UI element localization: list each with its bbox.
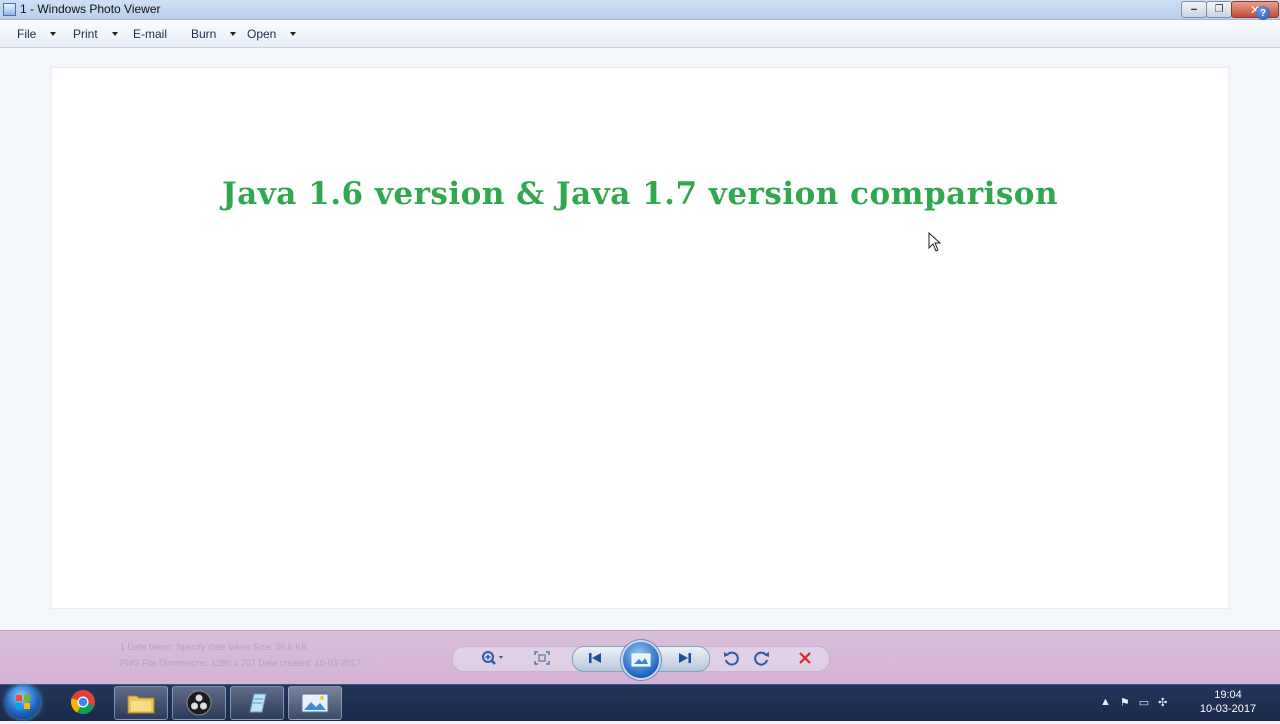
photo-viewer-icon xyxy=(301,693,329,713)
image-info-line-2: PNG File Dimensions: 1280 x 707 Date cre… xyxy=(120,658,361,668)
close-icon: ✕ xyxy=(1249,2,1261,17)
obs-icon xyxy=(186,690,212,716)
email-menu-label: E-mail xyxy=(133,26,168,41)
restore-icon: ❐ xyxy=(1214,4,1224,15)
minimize-button[interactable]: ‒ xyxy=(1181,1,1207,18)
previous-button[interactable] xyxy=(582,646,608,670)
clock-time: 19:04 xyxy=(1214,689,1242,701)
windows-logo-icon xyxy=(16,695,30,709)
window-title: 1 - Windows Photo Viewer xyxy=(20,2,161,16)
burn-menu[interactable]: Burn xyxy=(191,20,237,47)
email-menu[interactable]: E-mail xyxy=(133,20,167,47)
delete-button[interactable] xyxy=(794,646,816,670)
zoom-button[interactable] xyxy=(476,646,510,670)
close-window-button[interactable]: ✕ xyxy=(1231,1,1279,18)
print-menu-label: Print xyxy=(73,26,98,41)
maximize-button[interactable]: ❐ xyxy=(1206,1,1232,18)
play-slideshow-button[interactable] xyxy=(621,640,661,680)
zoom-icon xyxy=(482,651,503,665)
open-menu[interactable]: Open xyxy=(247,20,297,47)
rotate-counterclockwise-button[interactable] xyxy=(720,646,742,670)
taskbar-clock[interactable]: 19:04 10-03-2017 xyxy=(1196,688,1260,716)
rotate-clockwise-button[interactable] xyxy=(751,646,773,670)
taskbar-notepad[interactable] xyxy=(230,686,284,720)
burn-menu-label: Burn xyxy=(191,26,217,41)
file-menu[interactable]: File xyxy=(17,20,57,47)
minimize-icon: ‒ xyxy=(1190,4,1198,15)
photo-viewer-app-icon xyxy=(3,3,16,16)
taskbar-file-explorer[interactable] xyxy=(114,686,168,720)
actual-size-button[interactable] xyxy=(530,646,554,670)
taskbar-photo-viewer[interactable] xyxy=(288,686,342,720)
help-icon[interactable]: ? xyxy=(1256,6,1270,20)
file-explorer-icon xyxy=(127,695,155,714)
chrome-icon xyxy=(71,690,95,714)
chevron-down-icon xyxy=(230,31,237,36)
previous-icon xyxy=(589,653,601,663)
rotate-left-icon xyxy=(724,651,739,666)
chevron-down-icon xyxy=(111,31,118,36)
network-icon[interactable]: ▭ xyxy=(1139,696,1149,709)
notepad-icon xyxy=(249,693,267,713)
taskbar-chrome[interactable] xyxy=(57,686,109,718)
chevron-down-icon xyxy=(50,31,57,36)
file-menu-label: File xyxy=(17,26,37,41)
action-center-flag-icon[interactable]: ⚑ xyxy=(1120,696,1130,709)
delete-icon xyxy=(799,652,811,664)
taskbar-obs[interactable] xyxy=(172,686,226,720)
open-menu-label: Open xyxy=(247,26,277,41)
rotate-right-icon xyxy=(754,651,769,666)
start-button[interactable] xyxy=(6,685,40,719)
clock-date: 10-03-2017 xyxy=(1199,703,1257,715)
chevron-down-icon xyxy=(290,31,297,36)
title-bar[interactable] xyxy=(0,0,1280,20)
image-heading-text: Java 1.6 version & Java 1.7 version comp… xyxy=(221,176,1059,212)
print-menu[interactable]: Print xyxy=(73,20,118,47)
mouse-pointer-icon xyxy=(928,232,942,252)
actual-size-icon xyxy=(534,651,550,665)
volume-icon[interactable]: ✣ xyxy=(1158,696,1167,709)
displayed-image[interactable] xyxy=(52,68,1228,608)
play-slideshow-icon xyxy=(631,653,651,667)
next-icon xyxy=(679,653,691,663)
image-info-line-1: 1 Date taken: Specify date taken Size: 3… xyxy=(120,642,308,652)
show-hidden-icons-icon[interactable]: ▲ xyxy=(1100,696,1111,708)
next-button[interactable] xyxy=(672,646,698,670)
system-tray: ▲ ⚑ ▭ ✣ xyxy=(1100,686,1167,718)
